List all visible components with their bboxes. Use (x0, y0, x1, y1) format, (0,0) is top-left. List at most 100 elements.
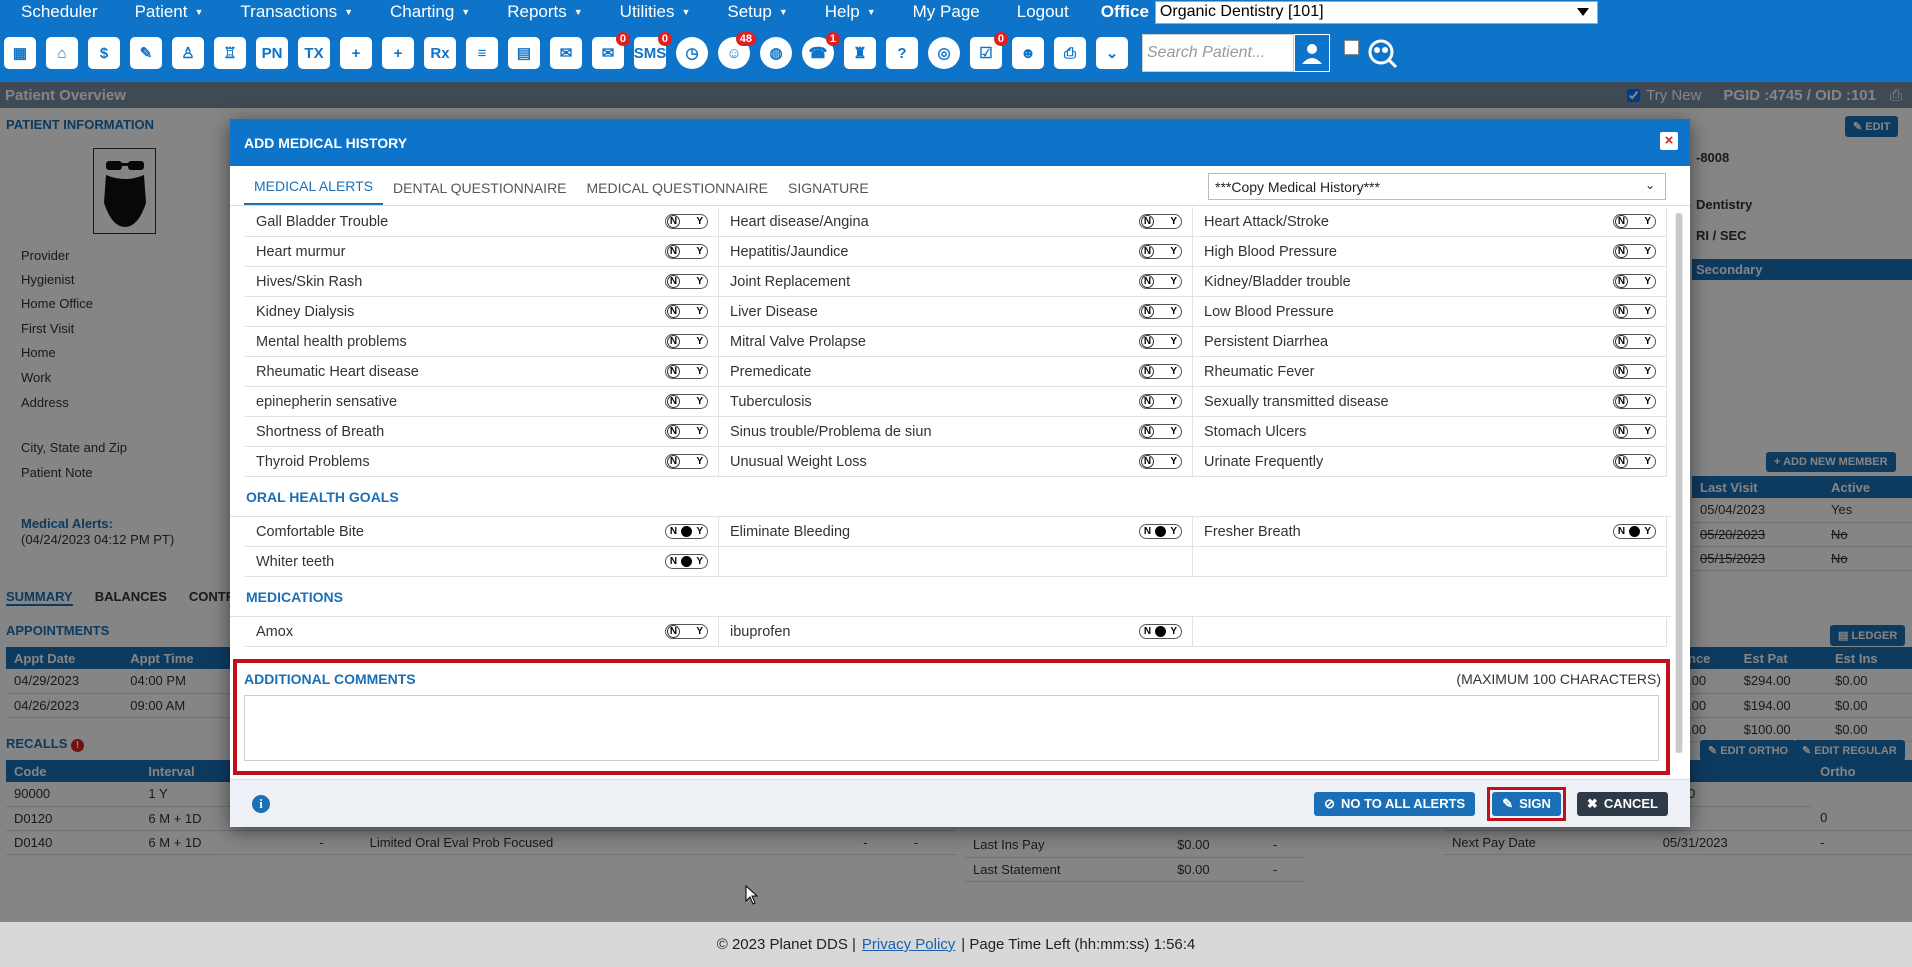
tooth-outline-icon[interactable]: ♜ (842, 32, 878, 74)
yes-no-toggle[interactable]: NY (665, 274, 708, 289)
alert-label: Sinus trouble/Problema de siun (730, 423, 932, 440)
alert-label: Eliminate Bleeding (730, 523, 851, 540)
search-patient-input[interactable]: Search Patient... (1142, 34, 1294, 72)
privacy-policy-link[interactable]: Privacy Policy (862, 936, 955, 953)
menu-help[interactable]: Help ▼ (804, 0, 892, 24)
yes-no-toggle[interactable]: NY (665, 454, 708, 469)
yes-no-toggle[interactable]: NY (665, 214, 708, 229)
alert-label: Comfortable Bite (256, 523, 364, 540)
yes-no-toggle[interactable]: NY (1139, 524, 1182, 539)
mail-icon[interactable]: ✉ (548, 32, 584, 74)
scrollbar-thumb[interactable] (1676, 213, 1682, 753)
chat-icon[interactable]: ✉ 0 (590, 32, 630, 74)
pencil-icon: ✎ (1502, 795, 1514, 811)
clock-icon[interactable]: ◷ (674, 32, 710, 74)
yes-no-toggle[interactable]: NY (1139, 244, 1182, 259)
yes-no-toggle[interactable]: NY (1613, 334, 1656, 349)
tooth-chart-icon[interactable]: ♙ (170, 32, 206, 74)
menu-label: Setup (727, 2, 772, 21)
tab-medical-questionnaire[interactable]: MEDICAL QUESTIONNAIRE (577, 180, 779, 205)
group-icon[interactable]: ☻ (1010, 32, 1046, 74)
info-icon[interactable]: i (252, 794, 270, 813)
globe-users-icon[interactable]: ◍ (758, 32, 794, 74)
alert-item: High Blood Pressure N Y (1193, 237, 1667, 267)
toggle-no-label: N (1615, 245, 1628, 258)
yes-no-toggle[interactable]: NY (665, 244, 708, 259)
sign-button[interactable]: ✎ SIGN (1492, 791, 1561, 816)
tab-medical-alerts[interactable]: MEDICAL ALERTS (244, 178, 384, 205)
menu-scheduler[interactable]: Scheduler (0, 0, 114, 24)
add-family-icon[interactable]: + (380, 32, 416, 74)
modal-scrollbar[interactable] (1675, 213, 1683, 753)
yes-no-toggle[interactable]: NY (665, 334, 708, 349)
yes-no-toggle[interactable]: NY (1139, 334, 1182, 349)
checklist-icon[interactable]: ☑ 0 (968, 32, 1008, 74)
yes-no-toggle[interactable]: NY (1139, 454, 1182, 469)
yes-no-toggle[interactable]: NY (665, 624, 708, 639)
yes-no-toggle[interactable]: NY (1139, 624, 1182, 639)
yes-no-toggle[interactable]: NY (1613, 524, 1656, 539)
group-search-glyph (1368, 39, 1398, 69)
tab-dental-questionnaire[interactable]: DENTAL QUESTIONNAIRE (383, 180, 576, 205)
yes-no-toggle[interactable]: NY (1139, 214, 1182, 229)
yes-no-toggle[interactable]: NY (1139, 364, 1182, 379)
tooth-icon[interactable]: ♖ (212, 32, 248, 74)
office-select[interactable]: Organic Dentistry [101] (1154, 0, 1598, 24)
calendar-icon[interactable]: ▦ (2, 32, 38, 74)
menu-charting[interactable]: Charting ▼ (369, 0, 486, 24)
alerts-icon[interactable]: ☎ 1 (800, 32, 840, 74)
close-icon[interactable]: × (1660, 132, 1678, 150)
menu-logout[interactable]: Logout (996, 0, 1085, 24)
yes-no-toggle[interactable]: NY (1139, 394, 1182, 409)
chevron-down-icon[interactable]: ⌄ (1094, 32, 1130, 74)
additional-comments-input[interactable] (244, 695, 1659, 761)
yes-no-toggle[interactable]: NY (1613, 214, 1656, 229)
alert-label: Urinate Frequently (1204, 453, 1324, 470)
dollar-icon[interactable]: $ (86, 32, 122, 74)
yes-no-toggle[interactable]: NY (665, 304, 708, 319)
menu-transactions[interactable]: Transactions ▼ (219, 0, 369, 24)
home-icon[interactable]: ⌂ (44, 32, 80, 74)
cancel-button[interactable]: ✖ CANCEL (1576, 791, 1668, 816)
yes-no-toggle[interactable]: NY (665, 424, 708, 439)
menu-utilities[interactable]: Utilities ▼ (599, 0, 707, 24)
printer-icon[interactable]: ⎙ (1052, 32, 1088, 74)
menu-patient[interactable]: Patient ▼ (114, 0, 220, 24)
yes-no-toggle[interactable]: NY (1613, 454, 1656, 469)
tab-signature[interactable]: SIGNATURE (778, 180, 879, 205)
web-icon[interactable]: ◎ (926, 32, 962, 74)
yes-no-toggle[interactable]: NY (1613, 304, 1656, 319)
treatment-icon[interactable]: TX (296, 32, 332, 74)
caret-down-icon: ▼ (573, 7, 583, 17)
group-search-icon[interactable] (1363, 32, 1399, 74)
menu-reports[interactable]: Reports ▼ (486, 0, 598, 24)
tooth-question-icon[interactable]: ? (884, 32, 920, 74)
yes-no-toggle[interactable]: NY (665, 524, 708, 539)
prescription-icon[interactable]: Rx (422, 32, 458, 74)
menu-setup[interactable]: Setup ▼ (706, 0, 803, 24)
menu-my-page[interactable]: My Page (892, 0, 996, 24)
sms-icon[interactable]: SMS 0 (632, 32, 672, 74)
list-icon[interactable]: ≡ (464, 32, 500, 74)
progress-notes-icon[interactable]: PN (254, 32, 290, 74)
copy-medical-history-select[interactable]: ***Copy Medical History*** ⌄ (1208, 173, 1666, 200)
yes-no-toggle[interactable]: NY (665, 364, 708, 379)
add-patient-icon[interactable]: + (338, 32, 374, 74)
toolbar-checkbox[interactable] (1344, 39, 1359, 55)
edit-notes-icon[interactable]: ✎ (128, 32, 164, 74)
yes-no-toggle[interactable]: NY (1613, 424, 1656, 439)
no-to-all-alerts-button[interactable]: ⊘ NO TO ALL ALERTS (1314, 791, 1476, 816)
yes-no-toggle[interactable]: NY (1613, 244, 1656, 259)
yes-no-toggle[interactable]: NY (1613, 364, 1656, 379)
yes-no-toggle[interactable]: NY (1139, 424, 1182, 439)
yes-no-toggle[interactable]: NY (665, 394, 708, 409)
yes-no-toggle[interactable]: NY (1139, 274, 1182, 289)
search-patient-button[interactable] (1294, 34, 1330, 72)
yes-no-toggle[interactable]: NY (1613, 394, 1656, 409)
yes-no-toggle[interactable]: NY (665, 554, 708, 569)
yes-no-toggle[interactable]: NY (1613, 274, 1656, 289)
yes-no-toggle[interactable]: NY (1139, 304, 1182, 319)
document-icon[interactable]: ▤ (506, 32, 542, 74)
alert-item: Whiter teeth N Y (245, 547, 719, 577)
online-users-icon[interactable]: ☺ 48 (716, 32, 756, 74)
